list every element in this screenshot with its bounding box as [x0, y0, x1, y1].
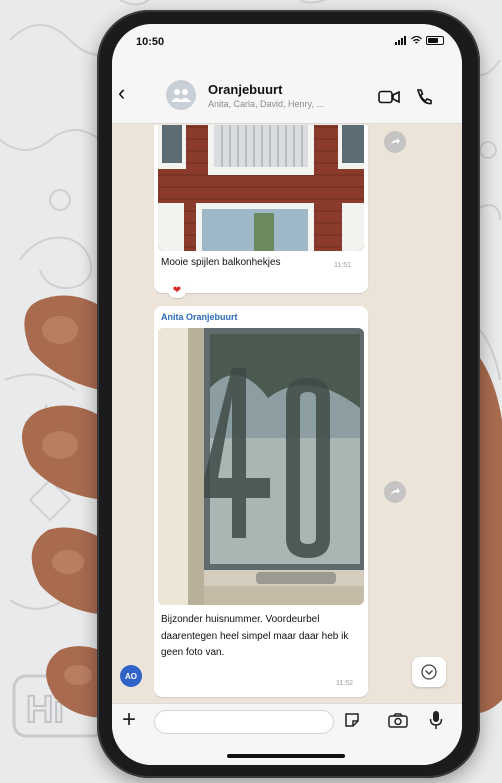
camera-icon[interactable]	[388, 713, 408, 728]
group-members: Anita, Carla, David, Henry, ...	[208, 99, 324, 109]
battery-icon	[426, 36, 444, 45]
message-input-bar: +	[112, 703, 462, 765]
group-avatar[interactable]	[166, 80, 196, 110]
forward-icon[interactable]	[384, 481, 406, 503]
sticker-icon[interactable]	[344, 712, 360, 728]
forward-icon[interactable]	[384, 131, 406, 153]
chevron-down-icon	[421, 664, 437, 680]
message-caption: Bijzonder huisnummer. Voordeurbel daaren…	[161, 614, 349, 658]
status-time: 10:50	[136, 36, 165, 48]
video-call-icon[interactable]	[378, 90, 400, 104]
message-time: 11:51	[334, 262, 351, 269]
house-number-door-photo[interactable]	[158, 328, 364, 605]
status-icons	[395, 36, 444, 45]
home-indicator	[227, 754, 345, 758]
image-message-bubble[interactable]: Mooie spijlen balkonhekjes 11:51	[154, 125, 368, 293]
status-bar: 10:50	[112, 24, 462, 64]
chat-area[interactable]: Mooie spijlen balkonhekjes 11:51 ❤ Anita…	[112, 125, 462, 703]
phone-screen: 10:50 ‹ Oranjebuurt Anita, Carla, David,…	[112, 24, 462, 765]
plus-icon[interactable]: +	[122, 708, 136, 732]
group-name[interactable]: Oranjebuurt	[208, 82, 282, 97]
sender-avatar[interactable]: AO	[120, 665, 142, 687]
group-people-icon	[171, 89, 191, 102]
balcony-railing-photo[interactable]	[158, 125, 364, 251]
signal-icon	[395, 36, 407, 45]
image-message-bubble[interactable]: Anita Oranjebuurt Bijzonder huisnummer. …	[154, 306, 368, 697]
message-caption: Mooie spijlen balkonhekjes	[161, 257, 281, 268]
voice-call-icon[interactable]	[415, 88, 433, 106]
wifi-icon	[411, 36, 422, 44]
heart-reaction[interactable]: ❤	[168, 284, 186, 298]
back-chevron-icon[interactable]: ‹	[118, 82, 125, 104]
microphone-icon[interactable]	[429, 710, 443, 730]
chat-header: ‹ Oranjebuurt Anita, Carla, David, Henry…	[112, 64, 462, 124]
sender-name[interactable]: Anita Oranjebuurt	[161, 312, 238, 322]
message-input[interactable]	[154, 710, 334, 734]
scroll-to-bottom-button[interactable]	[412, 657, 446, 687]
message-time: 11:52	[336, 680, 353, 687]
